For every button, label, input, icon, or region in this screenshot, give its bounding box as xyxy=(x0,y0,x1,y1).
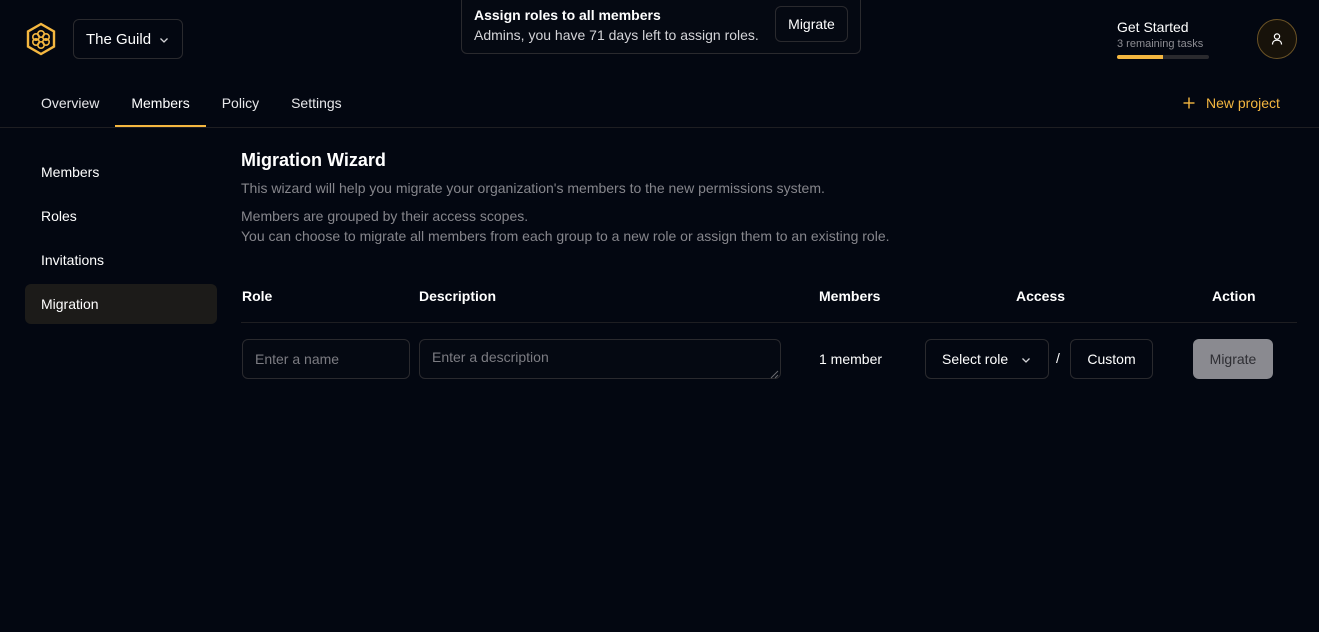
new-project-button[interactable]: New project xyxy=(1182,95,1280,111)
banner-text: Admins, you have 71 days left to assign … xyxy=(474,27,759,43)
sidebar-item-roles[interactable]: Roles xyxy=(25,196,217,236)
chevron-down-icon xyxy=(158,33,170,45)
banner-title: Assign roles to all members xyxy=(474,7,661,23)
remaining-tasks-text: 3 remaining tasks xyxy=(1117,38,1204,50)
member-count: 1 member xyxy=(819,351,883,367)
get-started-title: Get Started xyxy=(1117,19,1189,35)
tab-policy[interactable]: Policy xyxy=(206,84,275,127)
sidebar-item-invitations[interactable]: Invitations xyxy=(25,240,217,280)
organization-selector[interactable]: The Guild xyxy=(73,19,183,59)
wizard-description: This wizard will help you migrate your o… xyxy=(241,180,825,196)
guild-logo-icon[interactable] xyxy=(24,22,58,56)
custom-access-button[interactable]: Custom xyxy=(1070,339,1153,379)
migration-banner: Assign roles to all members Admins, you … xyxy=(461,0,861,54)
column-header-role: Role xyxy=(242,288,273,304)
tab-settings[interactable]: Settings xyxy=(275,84,358,127)
migrate-row-button[interactable]: Migrate xyxy=(1193,339,1273,379)
new-project-label: New project xyxy=(1206,95,1280,111)
sidebar-item-members[interactable]: Members xyxy=(25,152,217,192)
get-started-progress-bar xyxy=(1117,55,1209,59)
column-header-access: Access xyxy=(1016,288,1066,304)
sidebar-item-label: Invitations xyxy=(41,252,105,268)
sidebar-item-label: Members xyxy=(41,164,100,180)
role-name-input[interactable] xyxy=(242,339,410,379)
plus-icon xyxy=(1183,97,1195,109)
page-title: Migration Wizard xyxy=(241,150,386,170)
user-avatar[interactable] xyxy=(1257,19,1297,59)
role-select[interactable]: Select role xyxy=(925,339,1049,379)
access-separator: / xyxy=(1056,350,1060,366)
resize-grip-icon[interactable] xyxy=(769,366,779,379)
chevron-down-icon xyxy=(1020,353,1032,365)
user-icon xyxy=(1271,33,1283,45)
header-divider xyxy=(0,127,1319,128)
sidebar-item-label: Roles xyxy=(41,208,77,224)
role-description-input[interactable] xyxy=(419,339,781,379)
get-started-widget[interactable]: Get Started 3 remaining tasks xyxy=(1117,19,1209,59)
sidebar-item-migration[interactable]: Migration xyxy=(25,284,217,324)
table-header-divider xyxy=(241,322,1297,323)
main-tabs: Overview Members Policy Settings xyxy=(25,84,358,128)
column-header-description: Description xyxy=(419,288,497,304)
wizard-info-line-1: Members are grouped by their access scop… xyxy=(241,208,529,224)
organization-name: The Guild xyxy=(86,30,152,48)
get-started-progress-fill xyxy=(1117,55,1163,59)
sidebar-item-label: Migration xyxy=(41,296,99,312)
column-header-action: Action xyxy=(1212,288,1256,304)
wizard-info-line-2: You can choose to migrate all members fr… xyxy=(241,228,890,244)
role-select-label: Select role xyxy=(942,351,1009,367)
banner-migrate-button[interactable]: Migrate xyxy=(775,6,848,42)
tab-overview[interactable]: Overview xyxy=(25,84,115,127)
tab-members[interactable]: Members xyxy=(115,84,207,127)
column-header-members: Members xyxy=(819,288,881,304)
